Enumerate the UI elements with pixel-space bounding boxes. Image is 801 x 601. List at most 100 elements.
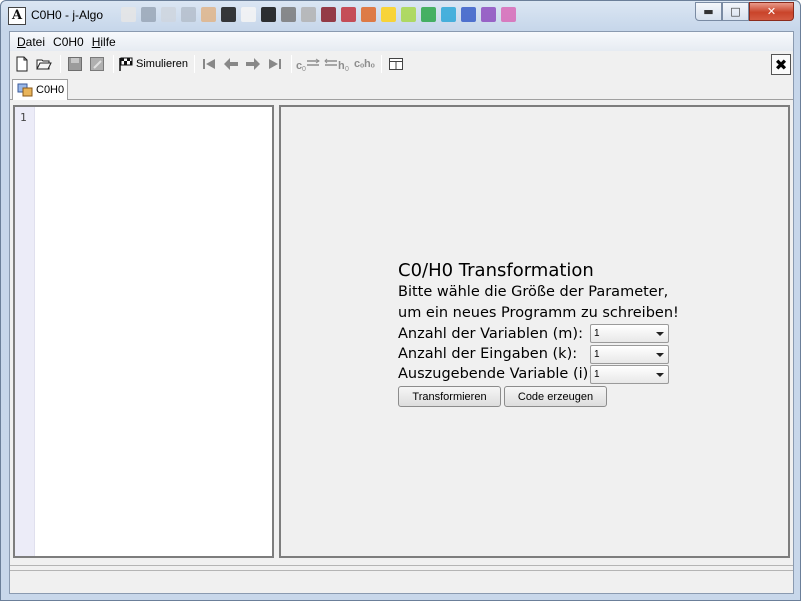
title-background-swatch: [221, 7, 236, 22]
field-label-inputs: Anzahl der Eingaben (k):: [398, 346, 578, 362]
inputs-dropdown[interactable]: 1: [590, 345, 669, 364]
new-file-icon: [16, 56, 28, 72]
output-variable-dropdown-value: 1: [594, 369, 600, 380]
status-bar: [10, 565, 793, 593]
form-actions: Transformieren Code erzeugen: [398, 386, 688, 407]
step-last-button[interactable]: [265, 54, 285, 74]
toolbar: Simulieren c0 h0 c₀h₀: [10, 52, 793, 76]
toolbar-separator: [60, 55, 61, 73]
checkered-flag-icon: [119, 57, 133, 71]
transform-button[interactable]: Transformieren: [398, 386, 501, 407]
minimize-button[interactable]: ▬: [695, 2, 722, 21]
title-bar[interactable]: A C0H0 - j-Algo ▬ □ ✕: [1, 1, 800, 31]
title-background-swatch: [241, 7, 256, 22]
app-window: A C0H0 - j-Algo ▬ □ ✕ Datei C0H0 Hilfe S…: [0, 0, 801, 601]
chevron-down-icon: [656, 353, 664, 357]
layout-toggle-button[interactable]: [386, 54, 406, 74]
arrow-right-icon: [245, 58, 260, 70]
title-background-swatch: [201, 7, 216, 22]
skip-to-start-icon: [202, 59, 215, 69]
chevron-down-icon: [656, 373, 664, 377]
title-background-swatch: [421, 7, 436, 22]
title-background-swatch: [301, 7, 316, 22]
menu-hilfe-rest: ilfe: [100, 34, 116, 49]
transformation-panel: C0/H0 Transformation Bitte wähle die Grö…: [279, 105, 790, 558]
inputs-dropdown-value: 1: [594, 349, 600, 360]
title-background-swatch: [361, 7, 376, 22]
title-background-swatch: [401, 7, 416, 22]
h0-transform-icon: h0: [324, 58, 349, 72]
client-area: Datei C0H0 Hilfe Simulieren c 0 h 0 c₀h₀…: [9, 31, 794, 594]
output-variable-dropdown[interactable]: 1: [590, 365, 669, 384]
maximize-icon: □: [730, 5, 741, 18]
parameter-form: C0/H0 Transformation Bitte wähle die Grö…: [398, 260, 688, 407]
form-title: C0/H0 Transformation: [398, 260, 594, 281]
svg-text:0: 0: [345, 66, 349, 72]
title-background-swatch: [141, 7, 156, 22]
title-background-swatch: [501, 7, 516, 22]
title-background-swatch: [261, 7, 276, 22]
menu-c0h0[interactable]: C0H0: [49, 33, 88, 51]
app-icon[interactable]: A: [8, 7, 26, 25]
menu-datei-rest: atei: [25, 34, 46, 49]
title-background-swatch: [481, 7, 496, 22]
svg-text:0: 0: [302, 66, 306, 72]
split-view-icon: [388, 58, 403, 70]
title-background-swatch: [381, 7, 396, 22]
arrow-left-icon: [223, 58, 238, 70]
c0-transform-button[interactable]: c0: [296, 54, 322, 74]
step-forward-button[interactable]: [243, 54, 263, 74]
c0h0-document-icon: [17, 83, 33, 97]
form-instruction-1: Bitte wähle die Größe der Parameter,: [398, 284, 669, 300]
field-row-inputs: Anzahl der Eingaben (k): 1: [398, 344, 688, 364]
toolbar-separator: [290, 55, 292, 73]
save-as-button[interactable]: [87, 54, 107, 74]
close-icon: ✕: [766, 5, 777, 18]
menu-datei[interactable]: Datei: [13, 33, 49, 51]
c0h0-icon: c₀h₀: [353, 58, 375, 70]
title-background-strip: [121, 7, 681, 29]
toolbar-separator: [193, 55, 195, 73]
title-background-swatch: [181, 7, 196, 22]
svg-text:h: h: [338, 60, 345, 72]
close-icon: ✖: [774, 55, 788, 74]
close-window-button[interactable]: ✕: [749, 2, 794, 21]
title-background-swatch: [341, 7, 356, 22]
menu-hilfe[interactable]: Hilfe: [88, 33, 120, 51]
variables-dropdown[interactable]: 1: [590, 324, 669, 343]
c0-transform-icon: c0: [296, 58, 320, 72]
simulate-button[interactable]: Simulieren: [118, 54, 188, 74]
code-editor[interactable]: 1: [13, 105, 274, 558]
h0-transform-button[interactable]: h0: [324, 54, 352, 74]
title-background-swatch: [281, 7, 296, 22]
save-as-icon: [90, 57, 104, 71]
title-background-swatch: [161, 7, 176, 22]
line-number-gutter: 1: [15, 107, 35, 556]
window-controls: ▬ □ ✕: [695, 2, 794, 21]
maximize-button[interactable]: □: [722, 2, 749, 21]
open-file-button[interactable]: [34, 54, 54, 74]
new-file-button[interactable]: [12, 54, 32, 74]
field-row-output-variable: Auszugebende Variable (i): 1: [398, 364, 688, 384]
title-background-swatch: [321, 7, 336, 22]
chevron-down-icon: [656, 332, 664, 336]
toolbar-separator: [380, 55, 382, 73]
simulate-label: Simulieren: [136, 58, 188, 70]
step-back-button[interactable]: [221, 54, 241, 74]
menu-datei-mnemonic: D: [17, 34, 26, 49]
field-row-variables: Anzahl der Variablen (m): 1: [398, 324, 688, 344]
tab-c0h0[interactable]: C0H0: [12, 79, 68, 100]
close-tab-button[interactable]: ✖: [771, 54, 791, 75]
open-folder-icon: [36, 59, 52, 70]
c0h0-button[interactable]: c₀h₀: [354, 54, 375, 74]
step-first-button[interactable]: [199, 54, 219, 74]
save-icon: [68, 57, 82, 71]
form-instruction-2: um ein neues Programm zu schreiben!: [398, 305, 679, 321]
generate-code-button[interactable]: Code erzeugen: [504, 386, 607, 407]
title-background-swatch: [461, 7, 476, 22]
skip-to-end-icon: [268, 59, 281, 69]
window-title: C0H0 - j-Algo: [31, 8, 104, 22]
save-button[interactable]: [65, 54, 85, 74]
variables-dropdown-value: 1: [594, 328, 600, 339]
status-bar-divider: [10, 570, 793, 571]
